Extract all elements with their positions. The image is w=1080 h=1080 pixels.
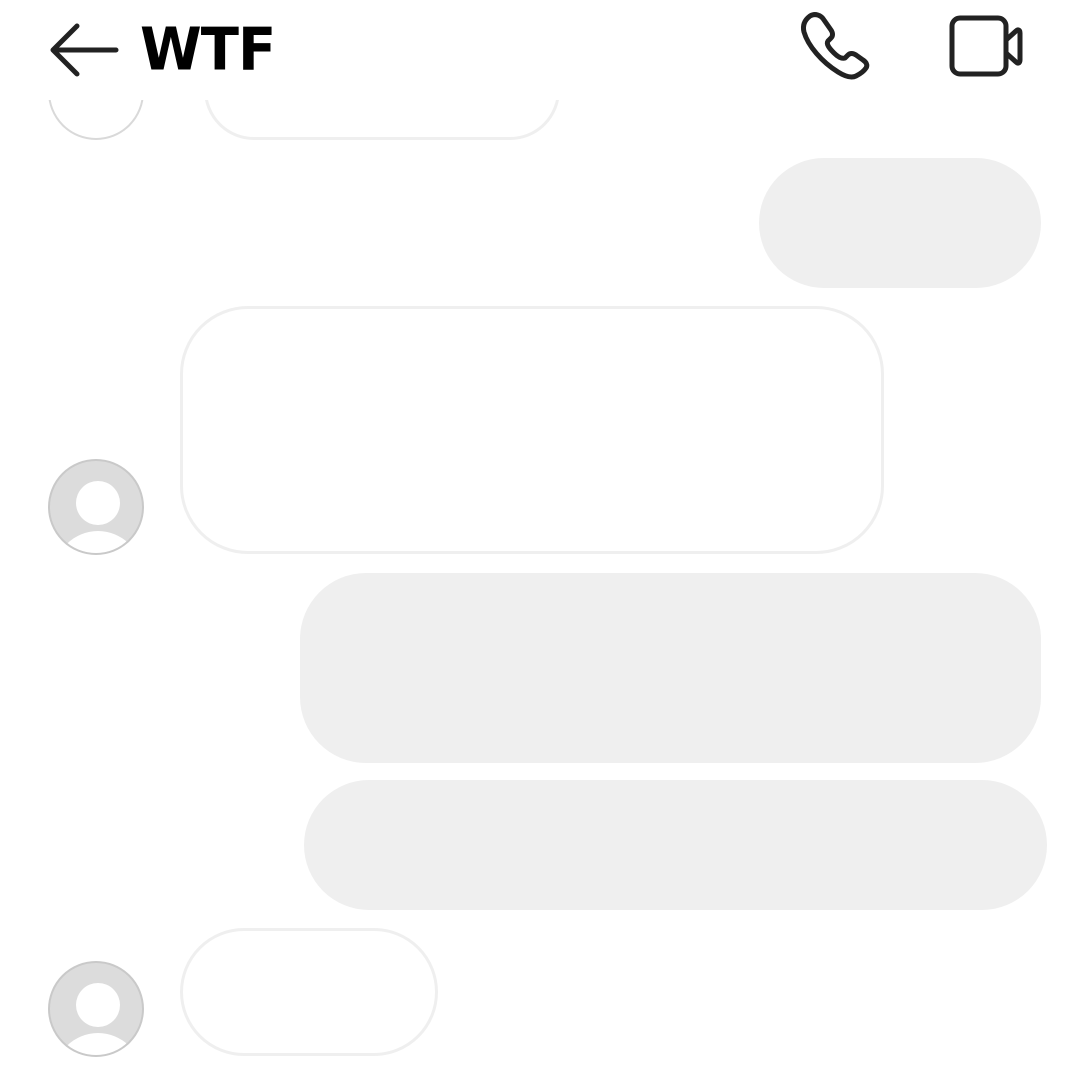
avatar-head-shape <box>76 983 120 1027</box>
avatar[interactable] <box>48 459 144 555</box>
video-camera-icon <box>949 15 1023 77</box>
arrow-left-icon <box>50 23 119 77</box>
back-button[interactable] <box>44 14 124 84</box>
message-bubble-incoming[interactable] <box>180 928 438 1056</box>
chat-header: WTF <box>0 0 1080 100</box>
video-call-button[interactable] <box>942 10 1032 86</box>
message-bubble-incoming[interactable] <box>180 306 884 554</box>
avatar-body-shape <box>54 1033 142 1055</box>
avatar[interactable] <box>48 961 144 1057</box>
avatar-head-shape <box>76 481 120 525</box>
message-bubble-outgoing[interactable] <box>304 780 1047 910</box>
message-bubble-outgoing[interactable] <box>759 158 1041 288</box>
avatar-body-shape <box>54 531 142 553</box>
voice-call-button[interactable] <box>796 10 876 86</box>
phone-icon <box>801 12 870 80</box>
message-bubble-outgoing[interactable] <box>300 573 1041 763</box>
chat-title[interactable]: WTF <box>140 13 276 89</box>
